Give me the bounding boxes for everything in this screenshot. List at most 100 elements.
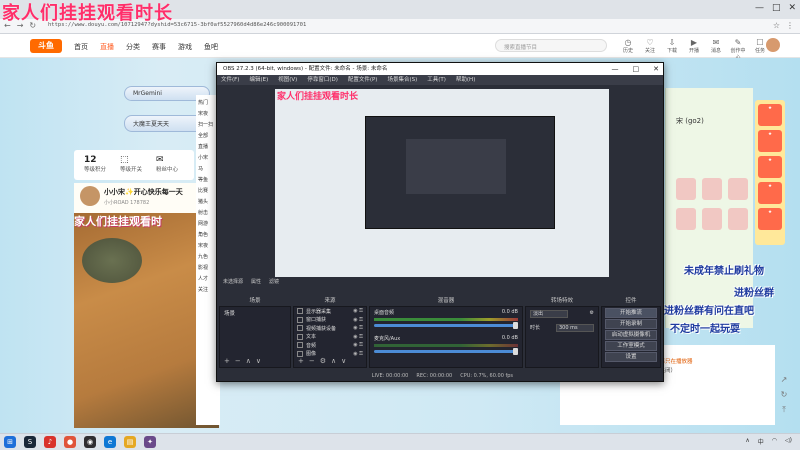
promo-item[interactable]: ★ <box>758 130 782 152</box>
add-source-button[interactable]: + <box>298 357 304 365</box>
maximize-button[interactable]: □ <box>772 3 781 13</box>
promo-item[interactable]: ★ <box>758 208 782 230</box>
scenes-dock-title: 场景 <box>249 298 261 304</box>
settings-button[interactable]: 设置 <box>605 352 657 362</box>
nav-fishbar[interactable]: 鱼吧 <box>204 42 218 52</box>
obs-title: OBS 27.2.3 (64-bit, windows) - 配置文件: 未命名… <box>223 66 388 72</box>
nav-live[interactable]: 直播 <box>100 42 114 52</box>
filters-button[interactable]: 滤镜 <box>269 277 279 287</box>
obs-icon[interactable]: ◉ <box>84 436 96 448</box>
source-item[interactable]: 视频捕获设备 ◉ ⚿ <box>294 324 366 333</box>
source-item[interactable]: 文本 ◉ ⚿ <box>294 333 366 342</box>
share-icon[interactable]: ↗ <box>781 375 788 384</box>
promo-item[interactable]: ★ <box>758 156 782 178</box>
obs-menu-profile[interactable]: 配置文件(P) <box>348 75 378 85</box>
browser-icon[interactable]: ● <box>64 436 76 448</box>
obs-maximize-button[interactable]: □ <box>633 63 640 75</box>
obs-menu-tools[interactable]: 工具(T) <box>427 75 446 85</box>
virtual-camera-button[interactable]: 启动虚拟摄像机 <box>605 330 657 340</box>
recommend-thumb[interactable] <box>676 208 696 230</box>
site-header: 斗鱼 首页 直播 分类 赛事 游戏 鱼吧 搜索直播节目 ◷ 历史 ♡ 关注 ⇩ 下载 … <box>0 34 800 61</box>
netease-icon[interactable]: ♪ <box>44 436 56 448</box>
move-up-icon[interactable]: ∧ <box>246 357 251 365</box>
preview-overlay-title: 家人们挂挂观看时长 <box>277 92 359 102</box>
tray-chevron-icon[interactable]: ∧ <box>745 437 749 446</box>
user-avatar[interactable] <box>766 38 780 52</box>
start-streaming-button[interactable]: 开始推流 <box>605 308 657 318</box>
recommend-thumb[interactable] <box>728 208 748 230</box>
game-icon[interactable]: ✦ <box>144 436 156 448</box>
volume-slider[interactable] <box>374 322 518 329</box>
top-icon[interactable]: ⤒ <box>782 405 786 415</box>
scene-item[interactable]: 场景 <box>220 307 290 319</box>
extensions-icon[interactable]: ⋮ <box>786 21 794 30</box>
folder-icon[interactable]: ▤ <box>124 436 136 448</box>
no-source-label: 未选择源 <box>223 279 244 285</box>
star-icon[interactable]: ☆ <box>773 21 780 30</box>
sources-dock-title: 来源 <box>324 298 336 304</box>
eye-icon[interactable]: ◉ ⚿ <box>353 308 363 314</box>
obs-menu-view[interactable]: 视图(V) <box>278 75 297 85</box>
close-button[interactable]: ✕ <box>788 3 796 13</box>
obs-menu-help[interactable]: 帮助(H) <box>456 75 475 85</box>
level-toggle[interactable]: ⬚ 等级开关 <box>120 155 142 175</box>
recommend-thumb[interactable] <box>676 178 696 200</box>
streamer-name[interactable]: 小小宋✨开心快乐每一天 <box>104 187 183 197</box>
nav-events[interactable]: 赛事 <box>152 42 166 52</box>
obs-minimize-button[interactable]: — <box>612 63 619 75</box>
minimize-button[interactable]: — <box>755 3 764 13</box>
steam-icon[interactable]: S <box>24 436 36 448</box>
wifi-icon[interactable]: ◠ <box>772 437 777 446</box>
remove-scene-button[interactable]: − <box>235 357 241 365</box>
eye-icon[interactable]: ◉ ⚿ <box>353 325 363 331</box>
source-item[interactable]: 显示器采集 ◉ ⚿ <box>294 307 366 316</box>
transition-select[interactable]: 淡出 <box>530 310 568 318</box>
move-down-icon[interactable]: ∨ <box>341 357 346 365</box>
start-icon[interactable]: ⊞ <box>4 436 16 448</box>
fan-center[interactable]: ✉ 粉丝中心 <box>156 155 178 175</box>
streamer-avatar[interactable] <box>80 186 100 206</box>
duration-input[interactable]: 300 ms <box>556 324 594 332</box>
source-item[interactable]: 窗口捕获 ◉ ⚿ <box>294 316 366 325</box>
source-settings-icon[interactable]: ⚙ <box>320 357 326 365</box>
level-stat[interactable]: 12 等级积分 <box>84 155 106 175</box>
properties-button[interactable]: 属性 <box>251 277 261 287</box>
obs-menu-docks[interactable]: 停靠窗口(D) <box>307 75 338 85</box>
volume-slider[interactable] <box>374 348 518 355</box>
add-scene-button[interactable]: + <box>224 357 230 365</box>
nav-home[interactable]: 首页 <box>74 42 88 52</box>
obs-menu-edit[interactable]: 编辑(E) <box>249 75 268 85</box>
obs-close-button[interactable]: ✕ <box>653 63 659 75</box>
start-recording-button[interactable]: 开始录制 <box>605 319 657 329</box>
obs-menu-bar: 文件(F) 编辑(E) 视图(V) 停靠窗口(D) 配置文件(P) 场景集合(S… <box>217 75 663 85</box>
eye-icon[interactable]: ◉ ⚿ <box>353 342 363 348</box>
recommend-thumb[interactable] <box>728 178 748 200</box>
search-input[interactable]: 搜索直播节目 <box>495 39 607 52</box>
move-down-icon[interactable]: ∨ <box>256 357 261 365</box>
source-item[interactable]: 音频 ◉ ⚿ <box>294 341 366 350</box>
nav-games[interactable]: 游戏 <box>178 42 192 52</box>
volume-icon[interactable]: ◁) <box>785 437 792 446</box>
promo-item[interactable]: ★ <box>758 182 782 204</box>
recommend-thumb[interactable] <box>702 178 722 200</box>
obs-menu-scene-collection[interactable]: 场景集合(S) <box>387 75 417 85</box>
remove-source-button[interactable]: − <box>309 357 315 365</box>
studio-mode-button[interactable]: 工作室模式 <box>605 341 657 351</box>
browser-tab-bar: 家人们挂挂观看时长 — □ ✕ <box>0 0 800 24</box>
promo-item[interactable]: ★ <box>758 104 782 126</box>
obs-menu-file[interactable]: 文件(F) <box>221 75 239 85</box>
nav-category[interactable]: 分类 <box>126 42 140 52</box>
edge-icon[interactable]: e <box>104 436 116 448</box>
eye-icon[interactable]: ◉ ⚿ <box>353 334 363 340</box>
obs-preview[interactable]: 家人们挂挂观看时长 <box>275 89 609 277</box>
recommend-thumb[interactable] <box>702 208 722 230</box>
eye-icon[interactable]: ◉ ⚿ <box>353 351 363 357</box>
eye-icon[interactable]: ◉ ⚿ <box>353 317 363 323</box>
transition-settings-icon[interactable]: ⚙ <box>590 310 594 318</box>
nested-obs-capture <box>365 116 555 229</box>
transitions-dock: 淡出 ⚙ 时长 300 ms <box>525 306 599 368</box>
move-up-icon[interactable]: ∧ <box>331 357 336 365</box>
refresh-icon[interactable]: ↻ <box>781 390 788 399</box>
site-logo[interactable]: 斗鱼 <box>30 39 62 53</box>
ime-icon[interactable]: 中 <box>758 437 764 446</box>
